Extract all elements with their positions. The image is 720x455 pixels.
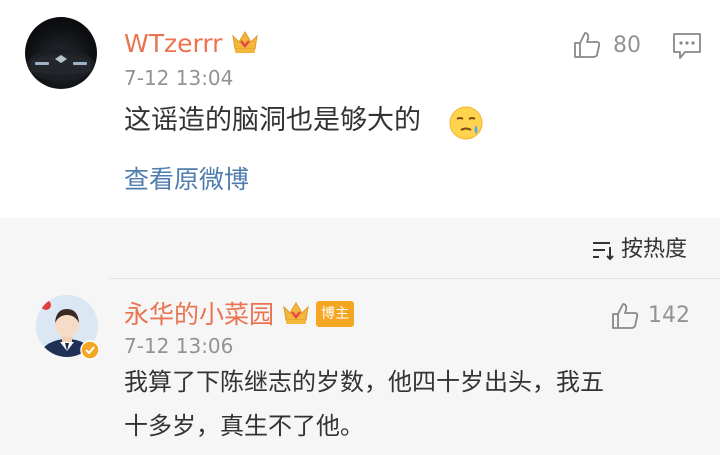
sort-icon — [593, 242, 614, 261]
crown-icon — [281, 298, 311, 330]
like-button[interactable] — [610, 301, 640, 335]
comment-timestamp: 7-12 13:04 — [124, 66, 234, 90]
comment-username[interactable]: WTzerrr — [124, 31, 222, 56]
view-original-link[interactable]: 查看原微博 — [124, 167, 249, 192]
reply-text-line-2: 十多岁，真生不了他。 — [124, 412, 364, 440]
reply-timestamp: 7-12 13:06 — [124, 334, 234, 358]
reply-username[interactable]: 永华的小菜园 — [124, 302, 274, 327]
comment-text: 这谣造的脑洞也是够大的 — [124, 105, 421, 136]
sort-label[interactable]: 按热度 — [621, 239, 687, 261]
like-button[interactable] — [572, 30, 602, 64]
like-count: 142 — [648, 303, 690, 328]
thumbs-up-icon — [612, 303, 639, 329]
blogger-badge: 博主 — [316, 301, 354, 327]
verified-badge-icon — [80, 340, 100, 364]
sort-button[interactable] — [590, 237, 616, 267]
reply-text-line-1: 我算了下陈继志的岁数，他四十岁出头，我五 — [124, 368, 604, 396]
sweat-emoji-icon — [448, 105, 484, 145]
like-count: 80 — [613, 33, 641, 58]
crown-icon — [230, 27, 260, 59]
car-avatar-image — [27, 49, 95, 81]
thumbs-up-icon — [574, 32, 601, 58]
comment-icon — [673, 33, 701, 59]
avatar[interactable] — [25, 17, 97, 89]
comment-button[interactable] — [672, 32, 702, 64]
divider — [110, 278, 720, 279]
